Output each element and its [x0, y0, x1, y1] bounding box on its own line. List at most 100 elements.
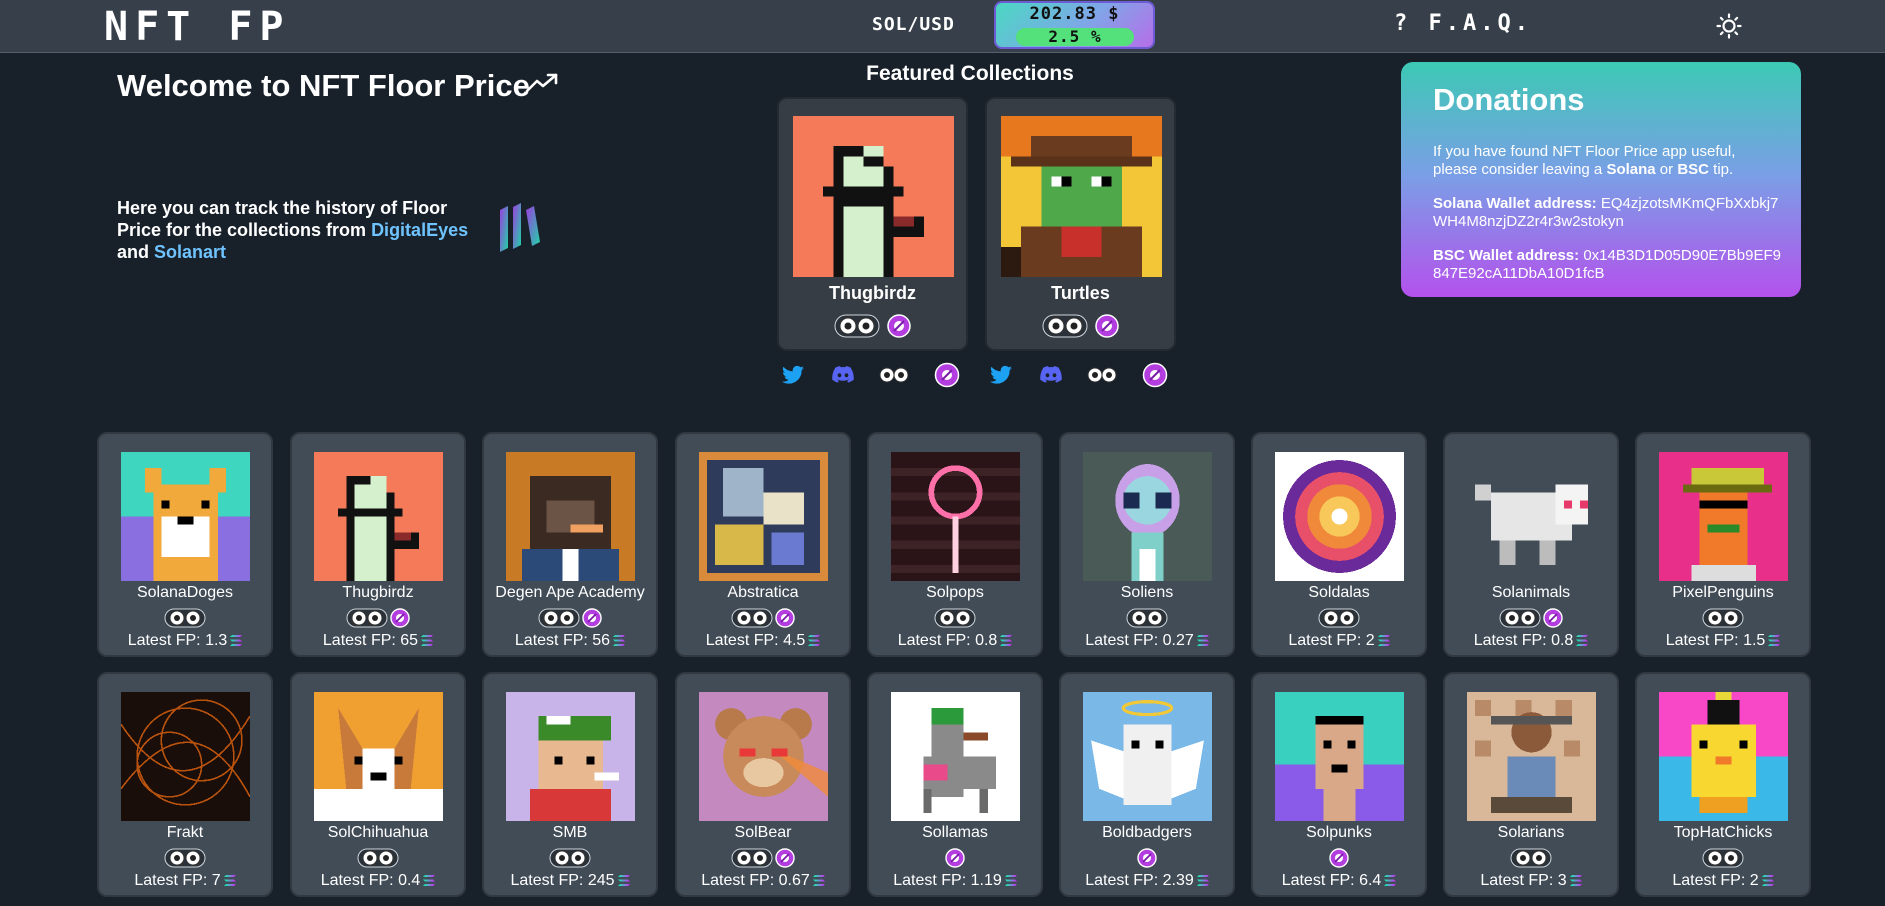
- marketplace-badges: [1061, 607, 1233, 629]
- fp-value: 65: [400, 632, 419, 649]
- intro-text: Here you can track the history of Floor …: [117, 197, 477, 263]
- digitaleyes-icon[interactable]: [357, 848, 399, 868]
- solanart-link[interactable]: Solanart: [154, 242, 226, 262]
- collection-image: [314, 452, 443, 581]
- solanart-icon[interactable]: [1137, 847, 1157, 868]
- sol-price: 202.83 $: [1029, 4, 1120, 24]
- digitaleyes-icon[interactable]: [1499, 608, 1541, 628]
- collection-image: [1467, 452, 1596, 581]
- collection-card[interactable]: TopHatChicks Latest FP: 2: [1635, 672, 1811, 897]
- collection-name: PixelPenguins: [1672, 584, 1774, 601]
- twitter-icon[interactable]: [780, 362, 806, 388]
- digitaleyes-icon[interactable]: [934, 608, 976, 628]
- donations-panel: Donations If you have found NFT Floor Pr…: [1401, 62, 1801, 297]
- fp-prefix: Latest FP:: [322, 632, 401, 649]
- solanart-icon[interactable]: [390, 607, 410, 628]
- marketplace-badges: [1253, 607, 1425, 629]
- fp-prefix: Latest FP:: [1085, 872, 1163, 889]
- twitter-icon[interactable]: [988, 362, 1014, 388]
- donations-title: Donations: [1433, 82, 1585, 117]
- collection-card[interactable]: Sollamas Latest FP: 1.19: [867, 672, 1043, 897]
- digitaleyes-icon[interactable]: [1126, 608, 1168, 628]
- digitaleyes-icon[interactable]: [834, 314, 880, 338]
- marketplace-badges: [1061, 847, 1233, 869]
- digitaleyes-icon[interactable]: [538, 608, 580, 628]
- featured-card-thugbirdz[interactable]: Thugbirdz: [777, 97, 968, 351]
- collection-name: Thugbirdz: [342, 584, 414, 601]
- solanart-icon[interactable]: [1142, 362, 1168, 388]
- solanart-icon[interactable]: [1329, 847, 1349, 868]
- solanart-icon[interactable]: [582, 607, 602, 628]
- latest-floor-price: Latest FP: 4.5: [677, 632, 849, 650]
- collection-card[interactable]: Thugbirdz Latest FP: 65: [290, 432, 466, 657]
- collection-card[interactable]: Soliens Latest FP: 0.27: [1059, 432, 1235, 657]
- collection-name: SolanaDoges: [136, 584, 234, 601]
- digitaleyes-icon[interactable]: [1042, 314, 1088, 338]
- digitaleyes-icon[interactable]: [731, 608, 773, 628]
- collection-card[interactable]: Solpops Latest FP: 0.8: [867, 432, 1043, 657]
- collection-image: [314, 692, 443, 821]
- collection-card[interactable]: SolanaDoges Latest FP: 1.3: [97, 432, 273, 657]
- solana-logo-icon: [500, 203, 540, 252]
- collection-card[interactable]: Solarians Latest FP: 3: [1443, 672, 1619, 897]
- fp-prefix: Latest FP:: [1281, 872, 1360, 889]
- fp-value: 1.19: [970, 872, 1002, 889]
- digitaleyes-icon[interactable]: [1318, 608, 1360, 628]
- faq-link[interactable]: ? F.A.Q.: [1394, 11, 1532, 36]
- collection-card[interactable]: Boldbadgers Latest FP: 2.39: [1059, 672, 1235, 897]
- solanart-icon[interactable]: [775, 607, 795, 628]
- digitaleyes-icon[interactable]: [164, 608, 206, 628]
- fp-value: 7: [211, 872, 221, 889]
- marketplace-badges: [987, 314, 1174, 338]
- digitaleyes-icon[interactable]: [731, 848, 773, 868]
- fp-prefix: Latest FP:: [514, 632, 593, 649]
- fp-prefix: Latest FP:: [701, 872, 779, 889]
- solanart-icon[interactable]: [934, 362, 960, 388]
- collection-card[interactable]: Degen Ape Academy Latest FP: 56: [482, 432, 658, 657]
- collection-card[interactable]: SolChihuahua Latest FP: 0.4: [290, 672, 466, 897]
- solanart-icon[interactable]: [775, 847, 795, 868]
- digitaleyes-icon[interactable]: [164, 848, 206, 868]
- top-bar: NFT FP SOL/USD 202.83 $ 2.5 % ? F.A.Q.: [0, 0, 1885, 53]
- fp-prefix: Latest FP:: [1665, 632, 1744, 649]
- collection-card[interactable]: Solanimals Latest FP: 0.8: [1443, 432, 1619, 657]
- featured-card-turtles[interactable]: Turtles: [985, 97, 1176, 351]
- collection-card[interactable]: Frakt Latest FP: 7: [97, 672, 273, 897]
- fp-value: 0.8: [975, 632, 998, 649]
- bsc-wallet: BSC Wallet address: 0x14B3D1D05D90E7Bb9E…: [1433, 247, 1783, 283]
- digitaleyes-icon[interactable]: [549, 848, 591, 868]
- collection-card[interactable]: SolBear Latest FP: 0.67: [675, 672, 851, 897]
- digitaleyes-icon[interactable]: [1510, 848, 1552, 868]
- digitaleyes-icon[interactable]: [346, 608, 388, 628]
- sun-icon[interactable]: [1716, 13, 1742, 39]
- discord-icon[interactable]: [830, 362, 856, 388]
- fp-prefix: Latest FP:: [1288, 632, 1366, 649]
- latest-floor-price: Latest FP: 0.4: [292, 872, 464, 890]
- solanart-icon[interactable]: [887, 314, 911, 338]
- solanart-icon[interactable]: [1095, 314, 1119, 338]
- sol-currency-icon: [1004, 875, 1017, 887]
- site-logo[interactable]: NFT FP: [104, 4, 291, 50]
- sol-currency-icon: [808, 635, 821, 647]
- marketplace-badges: [1445, 847, 1617, 869]
- digitaleyes-icon[interactable]: [1702, 608, 1744, 628]
- latest-floor-price: Latest FP: 0.67: [677, 872, 849, 890]
- solanart-icon[interactable]: [945, 847, 965, 868]
- donations-text: If you have found NFT Floor Price app us…: [1433, 143, 1783, 179]
- collection-card[interactable]: Soldalas Latest FP: 2: [1251, 432, 1427, 657]
- collection-card[interactable]: PixelPenguins Latest FP: 1.5: [1635, 432, 1811, 657]
- collection-name: Solarians: [1497, 824, 1565, 841]
- discord-icon[interactable]: [1038, 362, 1064, 388]
- digitaleyes-icon[interactable]: [878, 362, 910, 388]
- digitaleyes-icon[interactable]: [1702, 848, 1744, 868]
- solanart-icon[interactable]: [1543, 607, 1563, 628]
- digitaleyes-link[interactable]: DigitalEyes: [371, 220, 468, 240]
- collection-card[interactable]: Solpunks Latest FP: 6.4: [1251, 672, 1427, 897]
- fp-value: 0.27: [1162, 632, 1194, 649]
- collection-card[interactable]: SMB Latest FP: 245: [482, 672, 658, 897]
- digitaleyes-icon[interactable]: [1086, 362, 1118, 388]
- marketplace-badges: [1445, 607, 1617, 629]
- sol-currency-icon: [1569, 875, 1582, 887]
- collection-card[interactable]: Abstratica Latest FP: 4.5: [675, 432, 851, 657]
- collection-name: Solpops: [926, 584, 984, 601]
